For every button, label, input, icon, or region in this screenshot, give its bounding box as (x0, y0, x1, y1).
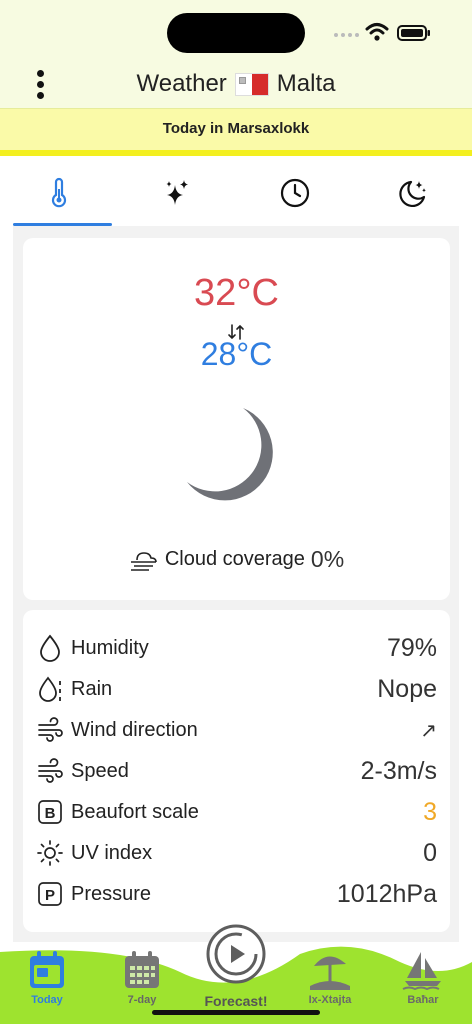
sailboat-icon (402, 952, 441, 990)
detail-row-speed: Speed 2-3m/s (37, 751, 437, 791)
content-area: 32°C 28°C Cloud coverage 0% Humidity 79%… (13, 226, 459, 942)
nav-beach-label: Ix-Xtajta (308, 994, 352, 1006)
beaufort-icon: B (38, 800, 62, 824)
nav-forecast[interactable]: Forecast! (196, 924, 276, 1009)
title-weather: Weather (136, 70, 227, 97)
thermometer-icon (51, 177, 67, 208)
nav-7-day-label: 7-day (127, 994, 157, 1006)
calendar-week-icon (125, 951, 159, 988)
detail-row-pressure: P Pressure 1012hPa (37, 874, 437, 914)
detail-value: 0 (423, 838, 437, 867)
detail-value: Nope (377, 674, 437, 703)
detail-row-beaufort: B Beaufort scale 3 (37, 792, 437, 832)
wind-icon (38, 717, 63, 742)
app-header: Weather Malta (0, 0, 472, 108)
detail-value: 79% (386, 633, 437, 662)
nav-beach[interactable]: Ix-Xtajta (290, 950, 370, 1006)
sun-icon (37, 840, 63, 866)
cloud-coverage-value: 0% (310, 546, 345, 572)
detail-value: 1012hPa (336, 879, 437, 908)
beach-umbrella-icon (310, 956, 350, 990)
battery-icon (397, 25, 430, 41)
temperature-low: 28°C (200, 336, 273, 372)
detail-label: Humidity (71, 636, 149, 659)
malta-flag-icon (234, 72, 269, 96)
tab-highlights[interactable] (118, 160, 236, 226)
wind-direction-arrow-icon: ↗ (420, 719, 437, 742)
wifi-icon (365, 23, 389, 41)
sparkles-icon (166, 180, 188, 205)
current-weather-card: 32°C 28°C Cloud coverage 0% (23, 238, 450, 600)
moon-stars-icon (399, 180, 426, 207)
detail-label: Wind direction (71, 718, 198, 741)
temperature-high: 32°C (194, 272, 279, 314)
pressure-icon: P (38, 882, 62, 906)
tab-hourly[interactable] (236, 160, 354, 226)
cloud-coverage-label: Cloud coverage (164, 548, 305, 570)
moon-icon (187, 408, 273, 501)
location-banner: Today in Marsaxlokk (0, 108, 472, 150)
signal-icon (334, 33, 359, 37)
banner-divider (0, 150, 472, 156)
detail-row-wind-direction: Wind direction ↗ (37, 710, 437, 750)
wind-icon (38, 758, 63, 783)
title-malta: Malta (276, 70, 336, 97)
detail-row-humidity: Humidity 79% (37, 628, 437, 668)
nav-today-label: Today (31, 994, 63, 1006)
tab-night[interactable] (354, 160, 472, 226)
detail-value: 2-3m/s (360, 756, 437, 785)
svg-text:P: P (45, 887, 55, 904)
rain-icon (39, 676, 61, 702)
details-card: Humidity 79% Rain Nope Wind direction ↗ (23, 610, 450, 932)
detail-label: Beaufort scale (71, 800, 199, 823)
droplet-icon (40, 634, 60, 662)
detail-row-uv: UV index 0 (37, 833, 437, 873)
nav-sea-label: Baħar (407, 994, 439, 1006)
dynamic-island (167, 13, 305, 53)
detail-value: 3 (423, 797, 437, 826)
nav-7-day[interactable]: 7-day (102, 950, 182, 1006)
cloud-coverage: Cloud coverage 0% (23, 546, 450, 573)
tab-temperature[interactable] (0, 160, 118, 226)
cloud-wind-icon (130, 551, 157, 571)
clock-icon (280, 178, 310, 208)
app-title: Weather Malta (0, 70, 472, 98)
detail-label: UV index (71, 841, 153, 864)
nav-forecast-label: Forecast! (204, 993, 268, 1009)
nav-sea[interactable]: Baħar (383, 950, 463, 1006)
home-indicator[interactable] (152, 1010, 320, 1015)
play-circle-icon (206, 924, 266, 984)
nav-today[interactable]: Today (7, 950, 87, 1006)
detail-label: Rain (71, 677, 113, 700)
view-tabs (0, 160, 472, 226)
svg-text:B: B (45, 805, 56, 822)
detail-label: Speed (71, 759, 129, 782)
detail-row-rain: Rain Nope (37, 669, 437, 709)
detail-label: Pressure (71, 882, 152, 905)
calendar-today-icon (30, 951, 64, 988)
